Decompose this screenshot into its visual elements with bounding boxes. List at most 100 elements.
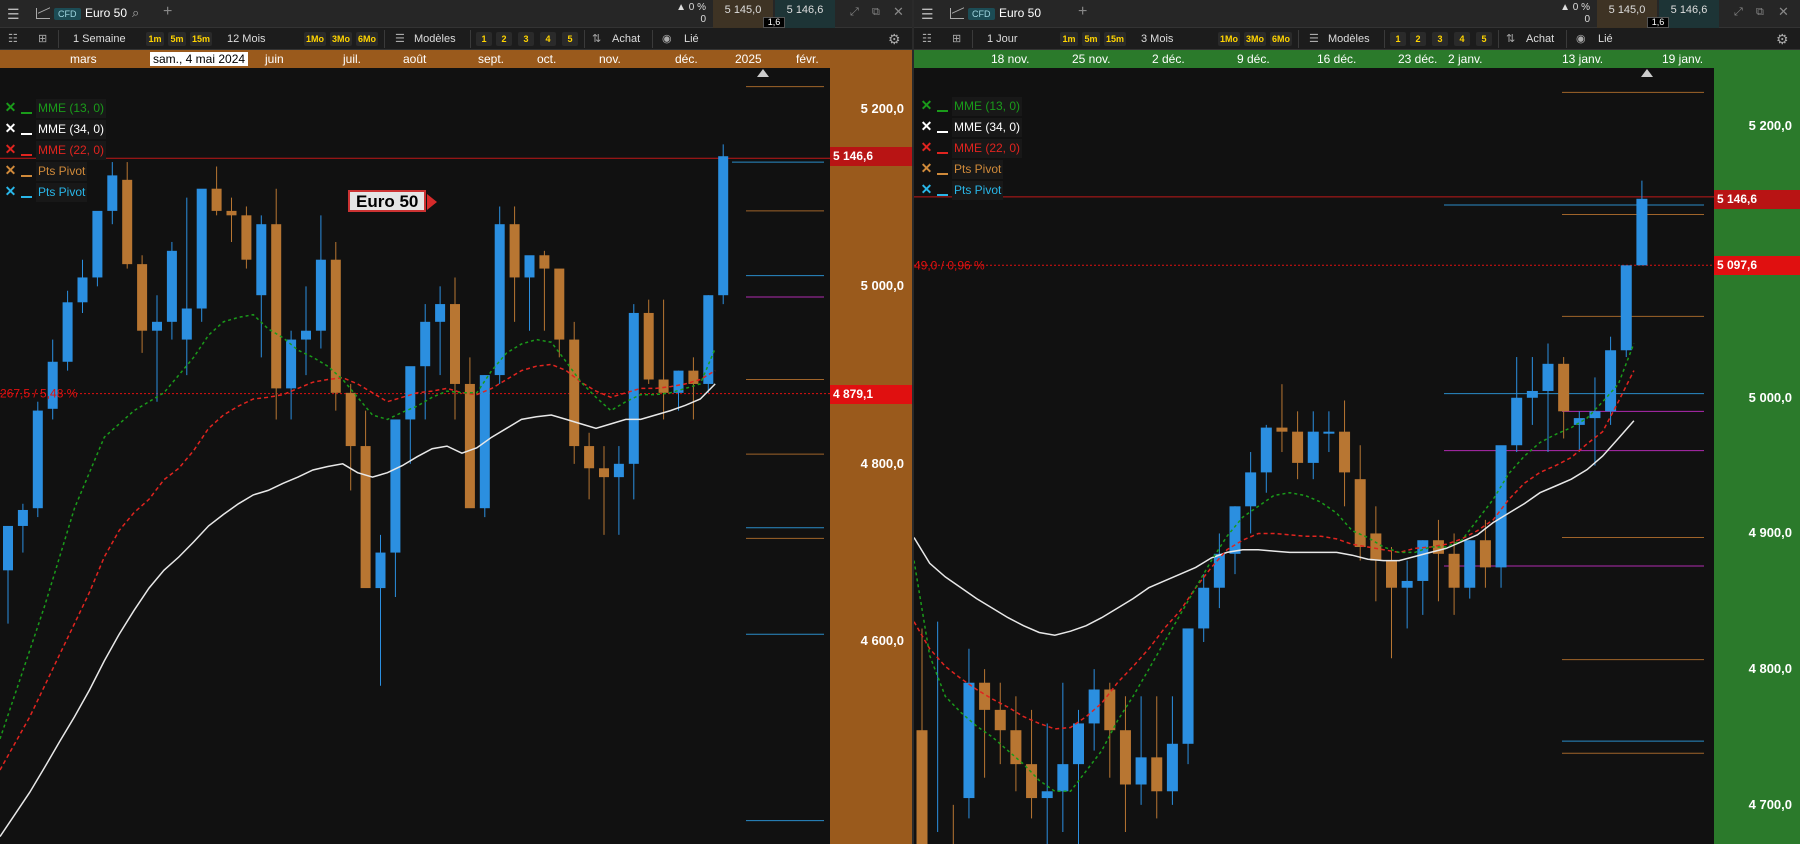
- legend-item[interactable]: ✕ Pts Pivot: [920, 180, 1022, 201]
- instrument-name[interactable]: Euro 50: [999, 6, 1041, 20]
- range-5m[interactable]: 5m: [168, 32, 186, 46]
- remove-indicator-icon[interactable]: ✕: [4, 182, 17, 201]
- preset-4[interactable]: 4: [540, 32, 556, 46]
- remove-indicator-icon[interactable]: ✕: [920, 180, 933, 199]
- linked-button[interactable]: Lié: [1598, 28, 1613, 50]
- indicator-swatch[interactable]: [937, 100, 948, 112]
- remove-indicator-icon[interactable]: ✕: [920, 117, 933, 136]
- legend-item[interactable]: ✕ MME (34, 0): [920, 117, 1023, 138]
- candle-body: [1558, 363, 1570, 412]
- remove-indicator-icon[interactable]: ✕: [4, 161, 17, 180]
- scroll-marker-icon[interactable]: [1641, 69, 1653, 77]
- indicator-swatch[interactable]: [937, 121, 948, 133]
- range-1m[interactable]: 1m: [1060, 32, 1078, 46]
- buy-button[interactable]: Achat: [612, 28, 640, 50]
- preset-3[interactable]: 3: [518, 32, 534, 46]
- indicator-swatch[interactable]: [21, 144, 32, 156]
- range-5m[interactable]: 5m: [1082, 32, 1100, 46]
- list-icon[interactable]: ☷: [922, 28, 932, 50]
- link-eye-icon[interactable]: ◉: [662, 28, 672, 50]
- settings-icon[interactable]: ⚙: [888, 28, 901, 50]
- preset-5[interactable]: 5: [1476, 32, 1492, 46]
- range-1mo[interactable]: 1Mo: [1218, 32, 1240, 46]
- date-tick: févr.: [796, 52, 819, 66]
- indicator-swatch[interactable]: [21, 186, 32, 198]
- remove-indicator-icon[interactable]: ✕: [920, 138, 933, 157]
- remove-indicator-icon[interactable]: ✕: [920, 159, 933, 178]
- preset-3[interactable]: 3: [1432, 32, 1448, 46]
- buy-button[interactable]: Achat: [1526, 28, 1554, 50]
- preset-2[interactable]: 2: [496, 32, 512, 46]
- period-selector[interactable]: 1 Semaine: [73, 28, 126, 50]
- remove-indicator-icon[interactable]: ✕: [4, 119, 17, 138]
- scroll-marker-icon[interactable]: [757, 69, 769, 77]
- range-6mo[interactable]: 6Mo: [356, 32, 378, 46]
- indicator-swatch[interactable]: [21, 123, 32, 135]
- range-selector[interactable]: 3 Mois: [1141, 28, 1173, 50]
- indicator-swatch[interactable]: [21, 165, 32, 177]
- templates-icon[interactable]: ☰: [1309, 28, 1319, 50]
- remove-indicator-icon[interactable]: ✕: [920, 96, 933, 115]
- templates-icon[interactable]: ☰: [395, 28, 405, 50]
- detach-icon[interactable]: ⤢: [850, 6, 859, 19]
- buy-icon[interactable]: ⇅: [1506, 28, 1515, 50]
- detach-icon[interactable]: ⤢: [1734, 6, 1743, 19]
- templates-button[interactable]: Modèles: [414, 28, 456, 50]
- legend-item[interactable]: ✕ MME (22, 0): [4, 140, 107, 161]
- preset-5[interactable]: 5: [562, 32, 578, 46]
- legend-item[interactable]: ✕ Pts Pivot: [4, 161, 106, 182]
- link-eye-icon[interactable]: ◉: [1576, 28, 1586, 50]
- candle-body: [345, 392, 356, 447]
- indicator-swatch[interactable]: [937, 163, 948, 175]
- candle-body: [1620, 265, 1632, 351]
- range-1m[interactable]: 1m: [146, 32, 164, 46]
- candle-body: [994, 709, 1006, 731]
- layout-icon[interactable]: ⊞: [38, 28, 47, 50]
- close-icon[interactable]: ✕: [1778, 4, 1789, 20]
- title-bar: ☰ CFD Euro 50 + ▲ 0 % 0 5 145,0 5 146,6 1…: [914, 0, 1800, 28]
- legend-item[interactable]: ✕ MME (34, 0): [4, 119, 107, 140]
- add-tab-icon[interactable]: +: [1078, 3, 1087, 21]
- templates-button[interactable]: Modèles: [1328, 28, 1370, 50]
- range-15m[interactable]: 15m: [190, 32, 212, 46]
- legend-item[interactable]: ✕ MME (22, 0): [920, 138, 1023, 159]
- search-icon[interactable]: ⌕: [132, 5, 139, 21]
- instrument-name[interactable]: Euro 50: [85, 6, 127, 20]
- indicator-swatch[interactable]: [937, 142, 948, 154]
- linked-button[interactable]: Lié: [684, 28, 699, 50]
- range-15m[interactable]: 15m: [1104, 32, 1126, 46]
- range-1mo[interactable]: 1Mo: [304, 32, 326, 46]
- indicator-swatch[interactable]: [21, 102, 32, 114]
- preset-1[interactable]: 1: [1390, 32, 1406, 46]
- candle-body: [166, 250, 177, 322]
- indicator-swatch[interactable]: [937, 184, 948, 196]
- list-icon[interactable]: ☷: [8, 28, 18, 50]
- range-3mo[interactable]: 3Mo: [1244, 32, 1266, 46]
- legend-item[interactable]: ✕ MME (13, 0): [920, 96, 1023, 117]
- preset-2[interactable]: 2: [1410, 32, 1426, 46]
- popout-icon[interactable]: ⧉: [872, 6, 880, 19]
- legend-item[interactable]: ✕ MME (13, 0): [4, 98, 107, 119]
- menu-icon[interactable]: ☰: [921, 6, 934, 23]
- remove-indicator-icon[interactable]: ✕: [4, 140, 17, 159]
- add-tab-icon[interactable]: +: [163, 3, 172, 21]
- price-axis[interactable]: 5 200,0 5 000,0 4 900,0 4 800,0 4 700,0 5 146…: [1714, 68, 1800, 844]
- period-selector[interactable]: 1 Jour: [987, 28, 1018, 50]
- preset-4[interactable]: 4: [1454, 32, 1470, 46]
- range-6mo[interactable]: 6Mo: [1270, 32, 1292, 46]
- close-icon[interactable]: ✕: [893, 4, 904, 20]
- price-plot[interactable]: 49,0 / 0,96 %: [914, 68, 1714, 844]
- preset-1[interactable]: 1: [476, 32, 492, 46]
- buy-icon[interactable]: ⇅: [592, 28, 601, 50]
- popout-icon[interactable]: ⧉: [1756, 6, 1764, 19]
- menu-icon[interactable]: ☰: [7, 6, 20, 23]
- legend-item[interactable]: ✕ Pts Pivot: [4, 182, 106, 203]
- layout-icon[interactable]: ⊞: [952, 28, 961, 50]
- remove-indicator-icon[interactable]: ✕: [4, 98, 17, 117]
- range-selector[interactable]: 12 Mois: [227, 28, 266, 50]
- price-plot[interactable]: 267,5 / 5,48 %: [0, 68, 830, 844]
- range-3mo[interactable]: 3Mo: [330, 32, 352, 46]
- price-axis[interactable]: 5 200,0 5 000,0 4 800,0 4 600,0 5 146,6 4 879…: [830, 68, 912, 844]
- settings-icon[interactable]: ⚙: [1776, 28, 1789, 50]
- legend-item[interactable]: ✕ Pts Pivot: [920, 159, 1022, 180]
